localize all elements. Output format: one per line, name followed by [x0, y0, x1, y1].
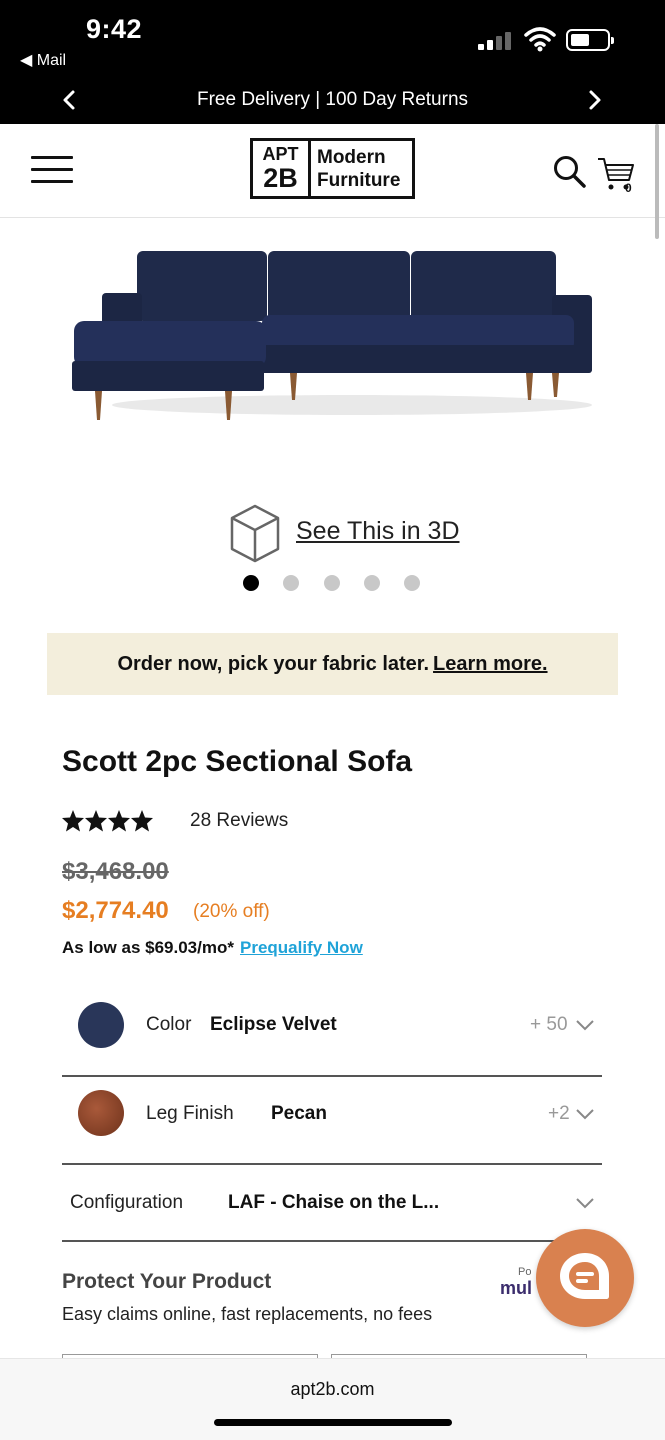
logo-mark: APT 2B	[253, 141, 311, 196]
site-header: APT 2B Modern Furniture 0	[0, 124, 665, 218]
leg-finish-option[interactable]: Leg Finish Pecan +2	[62, 1084, 602, 1144]
battery-icon	[566, 29, 614, 51]
status-bar: 9:42 ◀ Mail	[0, 0, 665, 78]
promo-text: Free Delivery | 100 Day Returns	[196, 89, 469, 110]
signal-icon	[478, 30, 514, 50]
configuration-option[interactable]: Configuration LAF - Chaise on the L...	[62, 1176, 602, 1232]
reviews-count[interactable]: 28 Reviews	[190, 810, 288, 832]
logo-wordmark: Modern Furniture	[311, 141, 412, 196]
carousel-dot[interactable]	[404, 575, 420, 591]
leg-finish-label: Leg Finish	[146, 1103, 234, 1124]
leg-finish-value: Pecan	[271, 1103, 327, 1124]
configuration-value: LAF - Chaise on the L...	[228, 1192, 440, 1213]
financing-line: As low as $69.03/mo* Prequalify Now	[62, 938, 363, 958]
carousel-dot[interactable]	[243, 575, 259, 591]
page-scrollbar[interactable]	[655, 124, 659, 239]
financing-text: As low as $69.03/mo*	[62, 938, 234, 957]
cart-count: 0	[625, 181, 632, 195]
mulberry-logo: mul	[500, 1278, 533, 1298]
learn-more-link[interactable]: Learn more.	[433, 653, 547, 675]
fabric-notice-text: Order now, pick your fabric later. Learn …	[47, 653, 618, 676]
promo-bar: Free Delivery | 100 Day Returns	[0, 78, 665, 124]
color-option[interactable]: Color Eclipse Velvet + 50	[62, 995, 602, 1055]
logo-furniture: Furniture	[317, 170, 401, 191]
product-page: 9:42 ◀ Mail Free Delivery | 100 Day Retu…	[0, 0, 665, 1440]
chat-button[interactable]	[536, 1229, 634, 1327]
chevron-down-icon	[576, 1020, 594, 1031]
logo-apt: APT	[262, 144, 299, 164]
option-divider	[62, 1240, 602, 1242]
fabric-notice: Order now, pick your fabric later. Learn …	[47, 633, 618, 695]
chevron-down-icon	[576, 1109, 594, 1120]
powered-by-label: Po	[518, 1266, 532, 1278]
back-to-mail[interactable]: ◀ Mail	[20, 50, 66, 70]
carousel-dot[interactable]	[324, 575, 340, 591]
color-swatch	[78, 1002, 124, 1048]
see-in-3d-link[interactable]: See This in 3D	[228, 503, 478, 567]
original-price: $3,468.00	[62, 858, 169, 885]
url-display[interactable]: apt2b.com	[0, 1379, 665, 1400]
color-value: Eclipse Velvet	[210, 1014, 337, 1035]
leg-finish-swatch	[78, 1090, 124, 1136]
notice-message: Order now, pick your fabric later.	[117, 653, 430, 675]
browser-bottom-bar: apt2b.com	[0, 1358, 665, 1440]
product-title: Scott 2pc Sectional Sofa	[62, 745, 413, 778]
star-rating-icon	[62, 810, 171, 832]
protect-title: Protect Your Product	[62, 1270, 272, 1293]
chevron-right-icon[interactable]	[584, 88, 606, 112]
status-time: 9:42	[86, 14, 143, 44]
leg-finish-count: +2	[548, 1103, 570, 1124]
configuration-label: Configuration	[70, 1192, 184, 1213]
prequalify-link[interactable]: Prequalify Now	[240, 938, 363, 957]
cube-icon	[230, 504, 280, 563]
protect-subtitle: Easy claims online, fast replacements, n…	[62, 1304, 433, 1324]
color-label: Color	[146, 1014, 192, 1035]
product-image[interactable]	[62, 245, 602, 435]
chat-icon	[560, 1253, 609, 1299]
logo-2b: 2B	[263, 163, 298, 193]
site-logo[interactable]: APT 2B Modern Furniture	[250, 138, 415, 199]
see-in-3d-label: See This in 3D	[296, 517, 460, 545]
option-divider	[62, 1163, 602, 1165]
sale-price: $2,774.40	[62, 897, 169, 924]
home-indicator[interactable]	[214, 1419, 452, 1426]
carousel-dots	[243, 575, 423, 591]
search-icon[interactable]	[552, 154, 586, 188]
option-divider	[62, 1075, 602, 1077]
discount-badge: (20% off)	[193, 901, 270, 922]
wifi-icon	[524, 27, 556, 52]
carousel-dot[interactable]	[364, 575, 380, 591]
chevron-down-icon	[576, 1198, 594, 1209]
carousel-dot[interactable]	[283, 575, 299, 591]
color-count: + 50	[530, 1014, 568, 1035]
logo-modern: Modern	[317, 147, 386, 168]
menu-icon[interactable]	[31, 154, 73, 184]
